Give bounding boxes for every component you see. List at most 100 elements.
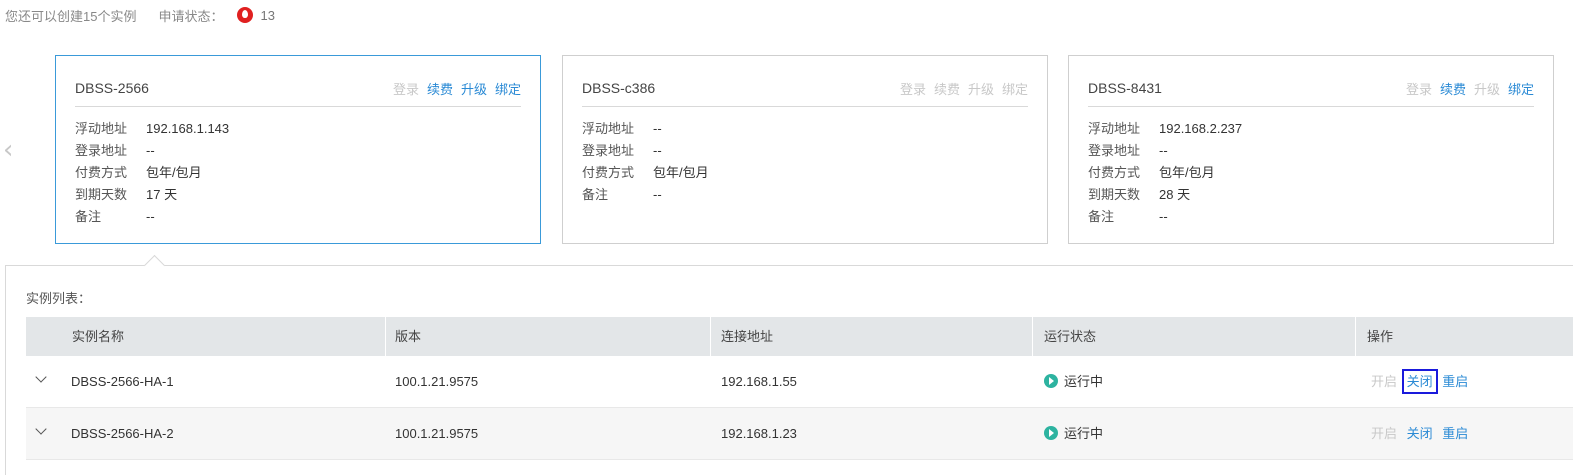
- login-link[interactable]: 登录: [1406, 79, 1432, 98]
- instance-version: 100.1.21.9575: [395, 374, 479, 389]
- bind-link[interactable]: 绑定: [495, 79, 521, 98]
- table-row: DBSS-2566-HA-1 100.1.21.9575 192.168.1.5…: [26, 356, 1573, 408]
- status-count: 13: [260, 7, 275, 23]
- detail-row: 付费方式 包年/包月: [75, 162, 229, 184]
- chevron-down-icon[interactable]: [36, 373, 46, 383]
- detail-row: 浮动地址 --: [582, 118, 709, 140]
- bind-link[interactable]: 绑定: [1508, 79, 1534, 98]
- instance-name: DBSS-2566-HA-1: [71, 374, 174, 389]
- card-actions: 登录 续费 升级 绑定: [892, 79, 1028, 98]
- detail-key: 付费方式: [75, 165, 128, 180]
- header-name: 实例名称: [72, 329, 125, 344]
- instance-status: 运行中: [1044, 356, 1103, 408]
- header-ops: 操作: [1367, 329, 1394, 344]
- login-link[interactable]: 登录: [393, 79, 419, 98]
- detail-row: 付费方式 包年/包月: [582, 162, 709, 184]
- upgrade-link[interactable]: 升级: [968, 79, 994, 98]
- card-header: DBSS-2566 登录 续费 升级 绑定: [75, 76, 521, 107]
- card-header: DBSS-c386 登录 续费 升级 绑定: [582, 76, 1028, 107]
- detail-value: --: [1159, 143, 1168, 158]
- start-link[interactable]: 开启: [1371, 426, 1397, 441]
- instance-address: 192.168.1.23: [721, 426, 797, 441]
- detail-key: 备注: [582, 187, 609, 202]
- detail-row: 登录地址 --: [582, 140, 709, 162]
- detail-value: --: [146, 209, 155, 224]
- card-title: DBSS-8431: [1088, 80, 1162, 96]
- detail-row: 到期天数 17 天: [75, 184, 229, 206]
- detail-row: 登录地址 --: [75, 140, 229, 162]
- bind-link[interactable]: 绑定: [1002, 79, 1028, 98]
- detail-value: --: [146, 143, 155, 158]
- column-divider: [1032, 317, 1033, 356]
- detail-value: --: [653, 121, 662, 136]
- stop-link[interactable]: 关闭: [1401, 369, 1438, 394]
- status-text: 运行中: [1064, 426, 1104, 441]
- detail-value: 192.168.2.237: [1159, 121, 1243, 136]
- row-actions: 开启 关闭 重启: [1371, 408, 1474, 460]
- detail-value: 28 天: [1159, 187, 1191, 202]
- detail-key: 到期天数: [75, 187, 128, 202]
- header-version: 版本: [395, 329, 422, 344]
- instance-version: 100.1.21.9575: [395, 426, 479, 441]
- card-details: 浮动地址 192.168.2.237 登录地址 -- 付费方式 包年/包月 到期天数 2…: [1088, 118, 1242, 228]
- detail-row: 备注 --: [1088, 206, 1242, 228]
- renew-link[interactable]: 续费: [427, 79, 453, 98]
- detail-row: 备注 --: [75, 206, 229, 228]
- chevron-down-icon[interactable]: [36, 425, 46, 435]
- play-circle-icon: [1044, 374, 1058, 388]
- chevron-left-icon[interactable]: ‹: [3, 137, 17, 163]
- table-row: DBSS-2566-HA-2 100.1.21.9575 192.168.1.2…: [26, 408, 1573, 460]
- restart-link[interactable]: 重启: [1442, 426, 1468, 441]
- upgrade-link[interactable]: 升级: [461, 79, 487, 98]
- header-status: 运行状态: [1044, 329, 1097, 344]
- detail-row: 备注 --: [582, 184, 709, 206]
- detail-key: 付费方式: [582, 165, 635, 180]
- detail-key: 登录地址: [582, 143, 635, 158]
- column-divider: [1355, 317, 1356, 356]
- quota-bar: 您还可以创建15个实例 申请状态： 13: [5, 6, 275, 24]
- detail-key: 备注: [1088, 209, 1115, 224]
- card-title: DBSS-2566: [75, 80, 149, 96]
- row-actions: 开启 关闭 重启: [1371, 356, 1474, 408]
- detail-key: 浮动地址: [75, 121, 128, 136]
- detail-value: 包年/包月: [653, 165, 709, 180]
- instance-card[interactable]: DBSS-c386 登录 续费 升级 绑定 浮动地址 -- 登录地址 -- 付费方式…: [562, 55, 1048, 244]
- renew-link[interactable]: 续费: [934, 79, 960, 98]
- detail-value: 包年/包月: [1159, 165, 1215, 180]
- detail-row: 付费方式 包年/包月: [1088, 162, 1242, 184]
- status-text: 运行中: [1064, 374, 1104, 389]
- detail-value: 包年/包月: [146, 165, 202, 180]
- column-divider: [385, 317, 386, 356]
- instance-card[interactable]: DBSS-8431 登录 续费 升级 绑定 浮动地址 192.168.2.237 …: [1068, 55, 1554, 244]
- login-link[interactable]: 登录: [900, 79, 926, 98]
- detail-value: 192.168.1.143: [146, 121, 230, 136]
- stop-link[interactable]: 关闭: [1407, 426, 1433, 441]
- play-circle-icon: [1044, 426, 1058, 440]
- card-actions: 登录 续费 升级 绑定: [385, 79, 521, 98]
- restart-link[interactable]: 重启: [1442, 374, 1468, 389]
- renew-link[interactable]: 续费: [1440, 79, 1466, 98]
- detail-key: 备注: [75, 209, 102, 224]
- column-divider: [710, 317, 711, 356]
- instance-list-label: 实例列表：: [26, 291, 92, 306]
- detail-value: --: [653, 187, 662, 202]
- detail-key: 付费方式: [1088, 165, 1141, 180]
- card-header: DBSS-8431 登录 续费 升级 绑定: [1088, 76, 1534, 107]
- detail-key: 浮动地址: [1088, 121, 1141, 136]
- upgrade-link[interactable]: 升级: [1474, 79, 1500, 98]
- table-header: 实例名称 版本 连接地址 运行状态 操作: [26, 317, 1573, 356]
- card-actions: 登录 续费 升级 绑定: [1398, 79, 1534, 98]
- detail-row: 到期天数 28 天: [1088, 184, 1242, 206]
- instance-address: 192.168.1.55: [721, 374, 797, 389]
- card-details: 浮动地址 192.168.1.143 登录地址 -- 付费方式 包年/包月 到期天数 1…: [75, 118, 229, 228]
- start-link[interactable]: 开启: [1371, 374, 1397, 389]
- detail-value: --: [1159, 209, 1168, 224]
- detail-row: 浮动地址 192.168.2.237: [1088, 118, 1242, 140]
- detail-key: 浮动地址: [582, 121, 635, 136]
- instance-card[interactable]: DBSS-2566 登录 续费 升级 绑定 浮动地址 192.168.1.143 …: [55, 55, 541, 244]
- detail-value: 17 天: [146, 187, 178, 202]
- detail-key: 登录地址: [1088, 143, 1141, 158]
- card-title: DBSS-c386: [582, 80, 656, 96]
- quota-text: 您还可以创建15个实例: [5, 8, 137, 24]
- header-address: 连接地址: [721, 329, 774, 344]
